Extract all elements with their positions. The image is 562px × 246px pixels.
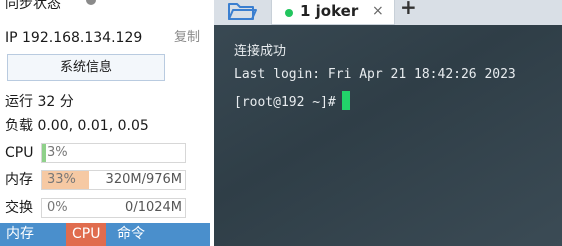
cpu-meter: 3% (41, 143, 186, 163)
new-tab-button[interactable]: + (400, 0, 417, 19)
terminal-line-connected: 连接成功 (234, 44, 287, 59)
memory-amount: 320M/976M (105, 172, 182, 187)
memory-meter: 33% 320M/976M (41, 170, 186, 190)
swap-label: 交换 (5, 200, 33, 216)
terminal-background (214, 0, 562, 246)
session-tab[interactable]: 1 joker × (271, 0, 395, 25)
memory-percent: 33% (47, 172, 76, 187)
memory-label: 内存 (5, 172, 33, 188)
terminal-prompt-line[interactable]: [root@192 ~]# (234, 91, 350, 112)
uptime-text: 运行 32 分 (5, 94, 74, 110)
terminal-cursor (341, 91, 350, 110)
ip-address: IP 192.168.134.129 (5, 30, 143, 46)
close-icon[interactable]: × (372, 1, 384, 21)
swap-amount: 0/1024M (125, 200, 182, 215)
cpu-percent: 3% (47, 145, 68, 160)
tab-cpu[interactable]: CPU (66, 223, 107, 246)
folder-icon[interactable] (225, 0, 259, 22)
system-info-button[interactable]: 系统信息 (7, 54, 165, 81)
terminal-line-last-login: Last login: Fri Apr 21 18:42:26 2023 (234, 67, 516, 82)
terminal-area[interactable]: 1 joker × + 连接成功 Last login: Fri Apr 21 … (214, 0, 562, 246)
swap-percent: 0% (47, 200, 68, 215)
monitor-tab-bar: 内存 CPU 命令 (0, 223, 210, 246)
system-monitor-panel: 同步状态 IP 192.168.134.129 复制 系统信息 运行 32 分 … (0, 0, 214, 246)
copy-ip-button[interactable]: 复制 (174, 29, 200, 47)
connection-status-icon (285, 9, 293, 17)
swap-meter: 0% 0/1024M (41, 198, 186, 218)
tab-command[interactable]: 命令 (111, 223, 151, 246)
cpu-label: CPU (5, 145, 34, 161)
load-text: 负载 0.00, 0.01, 0.05 (5, 118, 149, 134)
session-tab-strip: 1 joker × + (214, 0, 562, 25)
tab-memory[interactable]: 内存 (0, 223, 40, 246)
cpu-meter-fill (42, 144, 47, 162)
sync-status-label: 同步状态 (5, 0, 61, 12)
session-tab-label: 1 joker (300, 2, 359, 20)
sync-status-dot-icon (86, 0, 96, 5)
terminal-prompt: [root@192 ~]# (234, 95, 336, 110)
